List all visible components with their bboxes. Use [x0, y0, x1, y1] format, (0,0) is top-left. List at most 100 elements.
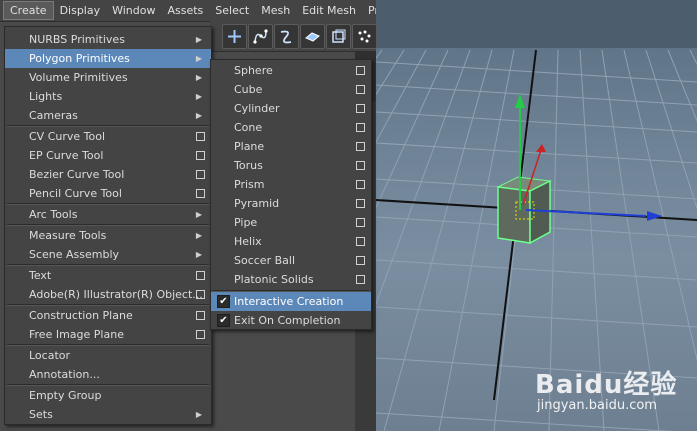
shelf-tool-bezier-icon[interactable]: [274, 24, 299, 49]
checkmark-icon[interactable]: ✔: [217, 295, 230, 308]
toggle-menu-item[interactable]: ✔ Interactive Creation: [211, 292, 371, 311]
menu-item-label: Interactive Creation: [234, 295, 344, 308]
menu-create[interactable]: Create: [3, 1, 54, 20]
menu-assets[interactable]: Assets: [161, 0, 209, 21]
menu-item-label: NURBS Primitives: [29, 33, 125, 46]
submenu-arrow-icon: ▶: [195, 250, 202, 259]
create-menu-item[interactable]: Lights ▶: [5, 87, 211, 106]
create-menu-item[interactable]: Cameras ▶: [5, 106, 211, 125]
submenu-arrow-icon: ▶: [195, 92, 202, 101]
shelf-tool-cube-icon[interactable]: [326, 24, 351, 49]
polygon-primitive-item[interactable]: Helix: [211, 232, 371, 251]
grid-line: [376, 142, 697, 164]
option-box-icon[interactable]: [196, 170, 205, 179]
create-menu-item[interactable]: Pencil Curve Tool: [5, 184, 211, 203]
create-menu-item[interactable]: Locator: [5, 346, 211, 365]
option-box-icon[interactable]: [196, 132, 205, 141]
watermark-url: jingyan.baidu.com: [537, 398, 657, 413]
menu-item-label: Free Image Plane: [29, 328, 124, 341]
polygon-primitive-item[interactable]: Platonic Solids: [211, 270, 371, 289]
menu-item-label: Pencil Curve Tool: [29, 187, 122, 200]
menu-edit-mesh[interactable]: Edit Mesh: [296, 0, 362, 21]
cv-curve-icon: [253, 29, 268, 44]
option-box-icon[interactable]: [196, 311, 205, 320]
polygon-primitive-item[interactable]: Pipe: [211, 213, 371, 232]
polygon-primitive-item[interactable]: Plane: [211, 137, 371, 156]
menu-item-label: Locator: [29, 349, 71, 362]
menu-display[interactable]: Display: [54, 0, 107, 21]
option-box-icon[interactable]: [196, 151, 205, 160]
shelf-tool-particles-icon[interactable]: [352, 24, 377, 49]
plus-crosshair-icon: [228, 30, 241, 43]
polygon-primitive-item[interactable]: Cube: [211, 80, 371, 99]
menu-item-label: Scene Assembly: [29, 248, 120, 261]
polygon-primitive-item[interactable]: Cylinder: [211, 99, 371, 118]
option-box-icon[interactable]: [356, 104, 365, 113]
toggle-menu-item[interactable]: ✔ Exit On Completion: [211, 311, 371, 330]
shelf-tool-create-icon[interactable]: [222, 24, 247, 49]
create-menu-item[interactable]: Volume Primitives ▶: [5, 68, 211, 87]
option-box-icon[interactable]: [356, 142, 365, 151]
create-menu-item[interactable]: NURBS Primitives ▶: [5, 30, 211, 49]
menu-item-label: Exit On Completion: [234, 314, 341, 327]
create-menu-item[interactable]: Measure Tools ▶: [5, 226, 211, 245]
menu-item-label: Pyramid: [234, 197, 280, 210]
grid-line: [376, 49, 427, 144]
option-box-icon[interactable]: [356, 275, 365, 284]
menu-item-label: Arc Tools: [29, 208, 78, 221]
option-box-icon[interactable]: [356, 256, 365, 265]
option-box-icon[interactable]: [196, 189, 205, 198]
shelf-toolbar: [210, 21, 377, 52]
option-box-icon[interactable]: [356, 123, 365, 132]
menu-mesh[interactable]: Mesh: [255, 0, 296, 21]
polygon-primitive-item[interactable]: Prism: [211, 175, 371, 194]
option-box-icon[interactable]: [196, 290, 205, 299]
create-menu-item[interactable]: Sets ▶: [5, 405, 211, 424]
checkmark-icon[interactable]: ✔: [217, 314, 230, 327]
bezier-curve-icon: [280, 30, 292, 44]
polygon-primitive-item[interactable]: Cone: [211, 118, 371, 137]
create-menu-item[interactable]: CV Curve Tool: [5, 127, 211, 146]
create-menu-item[interactable]: Scene Assembly ▶: [5, 245, 211, 264]
create-menu-item[interactable]: Empty Group: [5, 386, 211, 405]
polygon-primitive-item[interactable]: Torus: [211, 156, 371, 175]
create-menu-item[interactable]: Free Image Plane: [5, 325, 211, 344]
create-menu-item[interactable]: Bezier Curve Tool: [5, 165, 211, 184]
polygon-primitive-item[interactable]: Soccer Ball: [211, 251, 371, 270]
cube-front-face: [497, 186, 531, 244]
create-menu-item[interactable]: Polygon Primitives ▶: [5, 49, 211, 68]
grid-line: [376, 49, 383, 60]
option-box-icon[interactable]: [356, 161, 365, 170]
submenu-arrow-icon: ▶: [195, 35, 202, 44]
polygon-primitive-item[interactable]: Pyramid: [211, 194, 371, 213]
menu-proxy[interactable]: Proxy: [362, 0, 376, 21]
shelf-tool-plane-icon[interactable]: [300, 24, 325, 49]
option-box-icon[interactable]: [356, 199, 365, 208]
option-box-icon[interactable]: [356, 237, 365, 246]
create-menu-item[interactable]: Text: [5, 266, 211, 285]
translate-x-arrow-icon: [647, 211, 662, 221]
menu-item-label: Lights: [29, 90, 63, 103]
menu-window[interactable]: Window: [106, 0, 161, 21]
grid-line: [376, 111, 697, 133]
menu-item-label: Annotation...: [29, 368, 100, 381]
create-menu-item[interactable]: Construction Plane: [5, 306, 211, 325]
create-menu-item[interactable]: Adobe(R) Illustrator(R) Object...: [5, 285, 211, 304]
create-menu-item[interactable]: EP Curve Tool: [5, 146, 211, 165]
translate-z-arrow-icon: [536, 144, 546, 152]
create-menu-item[interactable]: Annotation...: [5, 365, 211, 384]
menu-item-label: Polygon Primitives: [29, 52, 130, 65]
option-box-icon[interactable]: [356, 218, 365, 227]
polygon-primitive-item[interactable]: Sphere: [211, 61, 371, 80]
submenu-arrow-icon: ▶: [195, 54, 202, 63]
option-box-icon[interactable]: [196, 271, 205, 280]
option-box-icon[interactable]: [356, 180, 365, 189]
menu-item-label: Cameras: [29, 109, 78, 122]
create-menu: NURBS Primitives ▶ Polygon Primitives ▶ Volu…: [4, 26, 212, 425]
create-menu-item[interactable]: Arc Tools ▶: [5, 205, 211, 224]
option-box-icon[interactable]: [356, 66, 365, 75]
menu-select[interactable]: Select: [209, 0, 255, 21]
option-box-icon[interactable]: [196, 330, 205, 339]
option-box-icon[interactable]: [356, 85, 365, 94]
shelf-tool-cv-curve-icon[interactable]: [248, 24, 273, 49]
